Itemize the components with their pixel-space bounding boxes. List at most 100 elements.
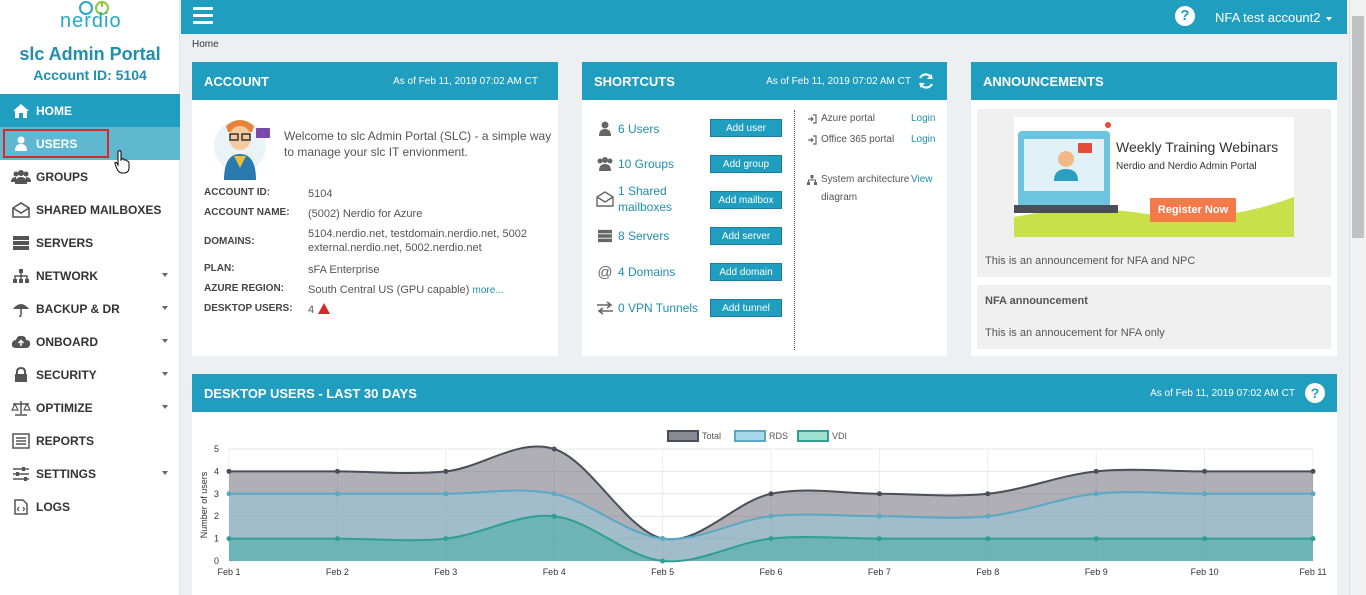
data-point-total [1310, 468, 1316, 474]
sidebar-item-users[interactable]: USERS [0, 127, 180, 160]
sidebar-item-optimize[interactable]: OPTIMIZE [0, 391, 180, 424]
chevron-down-icon [162, 273, 168, 277]
account-menu[interactable]: NFA test account2 [1215, 10, 1332, 25]
info-row-plan: PLAN: sFA Enterprise [204, 263, 558, 277]
legend-swatch-vdi [797, 430, 829, 442]
register-now-button[interactable]: Register Now [1150, 198, 1236, 222]
data-point-vdi [1093, 536, 1099, 542]
sidebar-item-groups[interactable]: GROUPS [0, 160, 180, 193]
office-365-login-link[interactable]: Login [911, 131, 935, 149]
sidebar-item-label: BACKUP & DR [36, 301, 120, 316]
sidebar-nav: HOME USERS GROUPS SHARED MAILBOXES SERVE… [0, 94, 180, 523]
panel-title: DESKTOP USERS - LAST 30 DAYS [204, 385, 417, 401]
external-name: System architecture diagram [821, 174, 910, 203]
info-value: 5104.nerdio.net, testdomain.nerdio.net, … [308, 228, 527, 254]
sidebar-item-label: SECURITY [36, 367, 97, 382]
mascot-avatar [214, 120, 270, 180]
legend-swatch-rds [734, 430, 766, 442]
announcements-panel-header: ANNOUNCEMENTS [971, 62, 1337, 100]
chevron-down-icon [162, 372, 168, 376]
y-tick-label: 3 [214, 489, 219, 499]
sidebar-item-security[interactable]: SECURITY [0, 358, 180, 391]
add-user-button[interactable]: Add user [710, 119, 782, 137]
data-point-vdi [1310, 536, 1316, 542]
servers-count-link[interactable]: 8 Servers [618, 228, 708, 244]
sign-in-icon [807, 110, 821, 128]
sidebar-item-label: GROUPS [36, 169, 89, 184]
sidebar-item-servers[interactable]: SERVERS [0, 226, 180, 259]
users-count-link[interactable]: 6 Users [618, 121, 708, 137]
add-mailbox-button[interactable]: Add mailbox [710, 191, 782, 209]
data-point-total [1202, 468, 1208, 474]
page-scrollbar[interactable] [1349, 0, 1366, 595]
sidebar-item-shared-mailboxes[interactable]: SHARED MAILBOXES [0, 193, 180, 226]
sidebar-item-network[interactable]: NETWORK [0, 259, 180, 292]
webinar-title: Weekly Training Webinars [1116, 139, 1279, 155]
hamburger-menu-icon[interactable] [193, 7, 213, 25]
y-axis-label: Number of users [199, 471, 209, 538]
data-point-rds [551, 491, 557, 497]
sidebar-item-home[interactable]: HOME [0, 94, 180, 127]
sidebar-item-settings[interactable]: SETTINGS [0, 457, 180, 490]
network-icon [10, 267, 32, 285]
logo[interactable]: nerdio [0, 0, 180, 40]
vpn-count-link[interactable]: 0 VPN Tunnels [618, 300, 708, 316]
help-icon[interactable]: ? [1175, 6, 1195, 26]
data-point-total [334, 468, 340, 474]
add-tunnel-button[interactable]: Add tunnel [710, 299, 782, 317]
sliders-icon [10, 465, 32, 483]
servers-icon [594, 227, 616, 245]
warning-icon[interactable] [318, 303, 331, 314]
legend-swatch-total [667, 430, 699, 442]
info-label: PLAN: [204, 263, 235, 274]
data-point-rds [1093, 491, 1099, 497]
info-label: AZURE REGION: [204, 283, 284, 294]
more-link[interactable]: more... [472, 285, 503, 296]
add-domain-button[interactable]: Add domain [710, 263, 782, 281]
info-value: (5002) Nerdio for Azure [308, 208, 423, 220]
add-server-button[interactable]: Add server [710, 227, 782, 245]
add-group-button[interactable]: Add group [710, 155, 782, 173]
data-point-total [768, 491, 774, 497]
webinar-banner[interactable]: Weekly Training Webinars Nerdio and Nerd… [1014, 117, 1294, 237]
sidebar-item-onboard[interactable]: ONBOARD [0, 325, 180, 358]
mailboxes-count-link[interactable]: 1 Shared mailboxes [618, 183, 708, 215]
y-tick-label: 5 [214, 444, 219, 454]
sidebar-item-reports[interactable]: REPORTS [0, 424, 180, 457]
sidebar-account-id: Account ID: 5104 [33, 67, 147, 83]
data-point-vdi [551, 513, 557, 519]
sidebar-item-label: SERVERS [36, 235, 94, 250]
info-label: DESKTOP USERS: [204, 303, 293, 314]
domains-count-link[interactable]: 4 Domains [618, 264, 708, 280]
servers-icon [10, 234, 32, 252]
sidebar-item-logs[interactable]: LOGS [0, 490, 180, 523]
x-tick-label: Feb 3 [434, 567, 457, 577]
azure-portal-login-link[interactable]: Login [911, 110, 935, 128]
groups-count-link[interactable]: 10 Groups [618, 156, 708, 172]
mailbox-icon [594, 190, 616, 208]
x-tick-label: Feb 10 [1191, 567, 1219, 577]
y-tick-label: 4 [214, 466, 219, 476]
legend-label-vdi: VDI [832, 431, 847, 441]
home-icon [10, 102, 32, 120]
refresh-icon[interactable] [917, 72, 935, 90]
list-icon [10, 432, 32, 450]
desktop-users-value: 4 [308, 304, 315, 316]
help-icon[interactable]: ? [1305, 383, 1325, 403]
account-panel: ACCOUNT As of Feb 11, 2019 07:02 AM CT W… [192, 62, 558, 356]
data-point-vdi [660, 558, 666, 564]
scale-icon [10, 399, 32, 417]
architecture-diagram-view-link[interactable]: View [911, 171, 933, 207]
groups-icon [10, 168, 32, 186]
shortcut-domains: @ 4 Domains [594, 263, 708, 281]
breadcrumb[interactable]: Home [192, 39, 219, 50]
top-bar: ? NFA test account2 [181, 0, 1347, 34]
shortcut-mailboxes: 1 Shared mailboxes [594, 183, 708, 215]
info-row-desktop-users: DESKTOP USERS: 4 [204, 303, 558, 317]
data-point-total [985, 491, 991, 497]
external-office-365-portal: Office 365 portal Login [807, 131, 935, 149]
info-row-account-id: ACCOUNT ID: 5104 [204, 187, 558, 201]
scrollbar-thumb[interactable] [1352, 16, 1364, 238]
data-point-vdi [226, 536, 232, 542]
sidebar-item-backup-dr[interactable]: BACKUP & DR [0, 292, 180, 325]
